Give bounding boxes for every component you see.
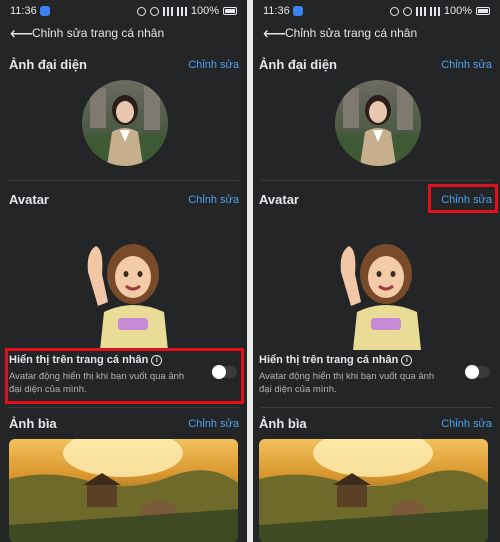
messenger-notification-icon [293,6,303,16]
cover-photo[interactable] [9,439,238,542]
status-bar: 11:36 100% [0,0,247,22]
toggle-knob [465,365,479,379]
battery-icon [476,7,490,15]
wifi-icon [162,6,173,16]
status-icons: 100% [389,5,490,17]
profile-photo-edit-button[interactable]: Chỉnh sửa [441,59,492,71]
left-screen: 11:36 100% ⟵ Chỉnh sửa trang cá nhân Ảnh… [0,0,247,542]
profile-photo-edit-button[interactable]: Chỉnh sửa [188,59,239,71]
battery-icon [223,7,237,15]
avatar-title: Avatar [259,192,299,207]
avatar-edit-button[interactable]: Chỉnh sửa [188,194,239,206]
cover-photo-title: Ảnh bìa [259,416,307,431]
profile-photo-image [82,86,168,166]
back-arrow-icon[interactable]: ⟵ [10,24,33,44]
divider [261,180,492,181]
back-arrow-icon[interactable]: ⟵ [263,24,286,44]
show-on-profile-title: Hiển thị trên trang cá nhân i [259,354,413,366]
app-header: ⟵ Chỉnh sửa trang cá nhân [253,22,500,44]
page-title: Chỉnh sửa trang cá nhân [285,26,418,40]
status-icons: 100% [136,5,237,17]
cover-photo-title: Ảnh bìa [9,416,57,431]
divider [8,407,239,408]
alarm-icon [389,6,399,16]
alarm-icon [136,6,146,16]
battery-percent: 100% [443,5,472,17]
right-screen: 11:36 100% ⟵ Chỉnh sửa trang cá nhân Ảnh… [253,0,500,542]
mute-icon [402,6,412,16]
avatar-3d-image[interactable] [331,232,431,350]
cover-photo-edit-button[interactable]: Chỉnh sửa [441,418,492,430]
cover-photo[interactable] [259,439,488,542]
show-on-profile-label: Hiển thị trên trang cá nhân [259,354,399,366]
show-on-profile-description: Avatar động hiển thị khi bạn vuốt qua ản… [259,371,435,395]
signal-icon [176,6,187,16]
profile-photo[interactable] [335,80,421,166]
signal-icon [429,6,440,16]
cover-photo-edit-button[interactable]: Chỉnh sửa [188,418,239,430]
profile-photo-title: Ảnh đại diện [9,57,87,72]
status-time: 11:36 [10,5,37,17]
cover-photo-image [9,439,238,542]
profile-photo-title: Ảnh đại diện [259,57,337,72]
app-header: ⟵ Chỉnh sửa trang cá nhân [0,22,247,44]
messenger-notification-icon [40,6,50,16]
info-icon[interactable]: i [401,354,413,366]
show-on-profile-toggle[interactable] [465,365,490,379]
avatar-title: Avatar [9,192,49,207]
battery-percent: 100% [190,5,219,17]
divider [261,407,492,408]
wifi-icon [415,6,426,16]
highlight-box-avatar-edit [428,184,498,213]
status-time: 11:36 [263,5,290,17]
avatar-3d-image[interactable] [78,232,178,350]
highlight-box-toggle [5,348,244,404]
page-title: Chỉnh sửa trang cá nhân [32,26,165,40]
status-bar: 11:36 100% [253,0,500,22]
profile-photo[interactable] [82,80,168,166]
profile-photo-image [335,86,421,166]
divider [8,180,239,181]
mute-icon [149,6,159,16]
cover-photo-image [259,439,488,542]
